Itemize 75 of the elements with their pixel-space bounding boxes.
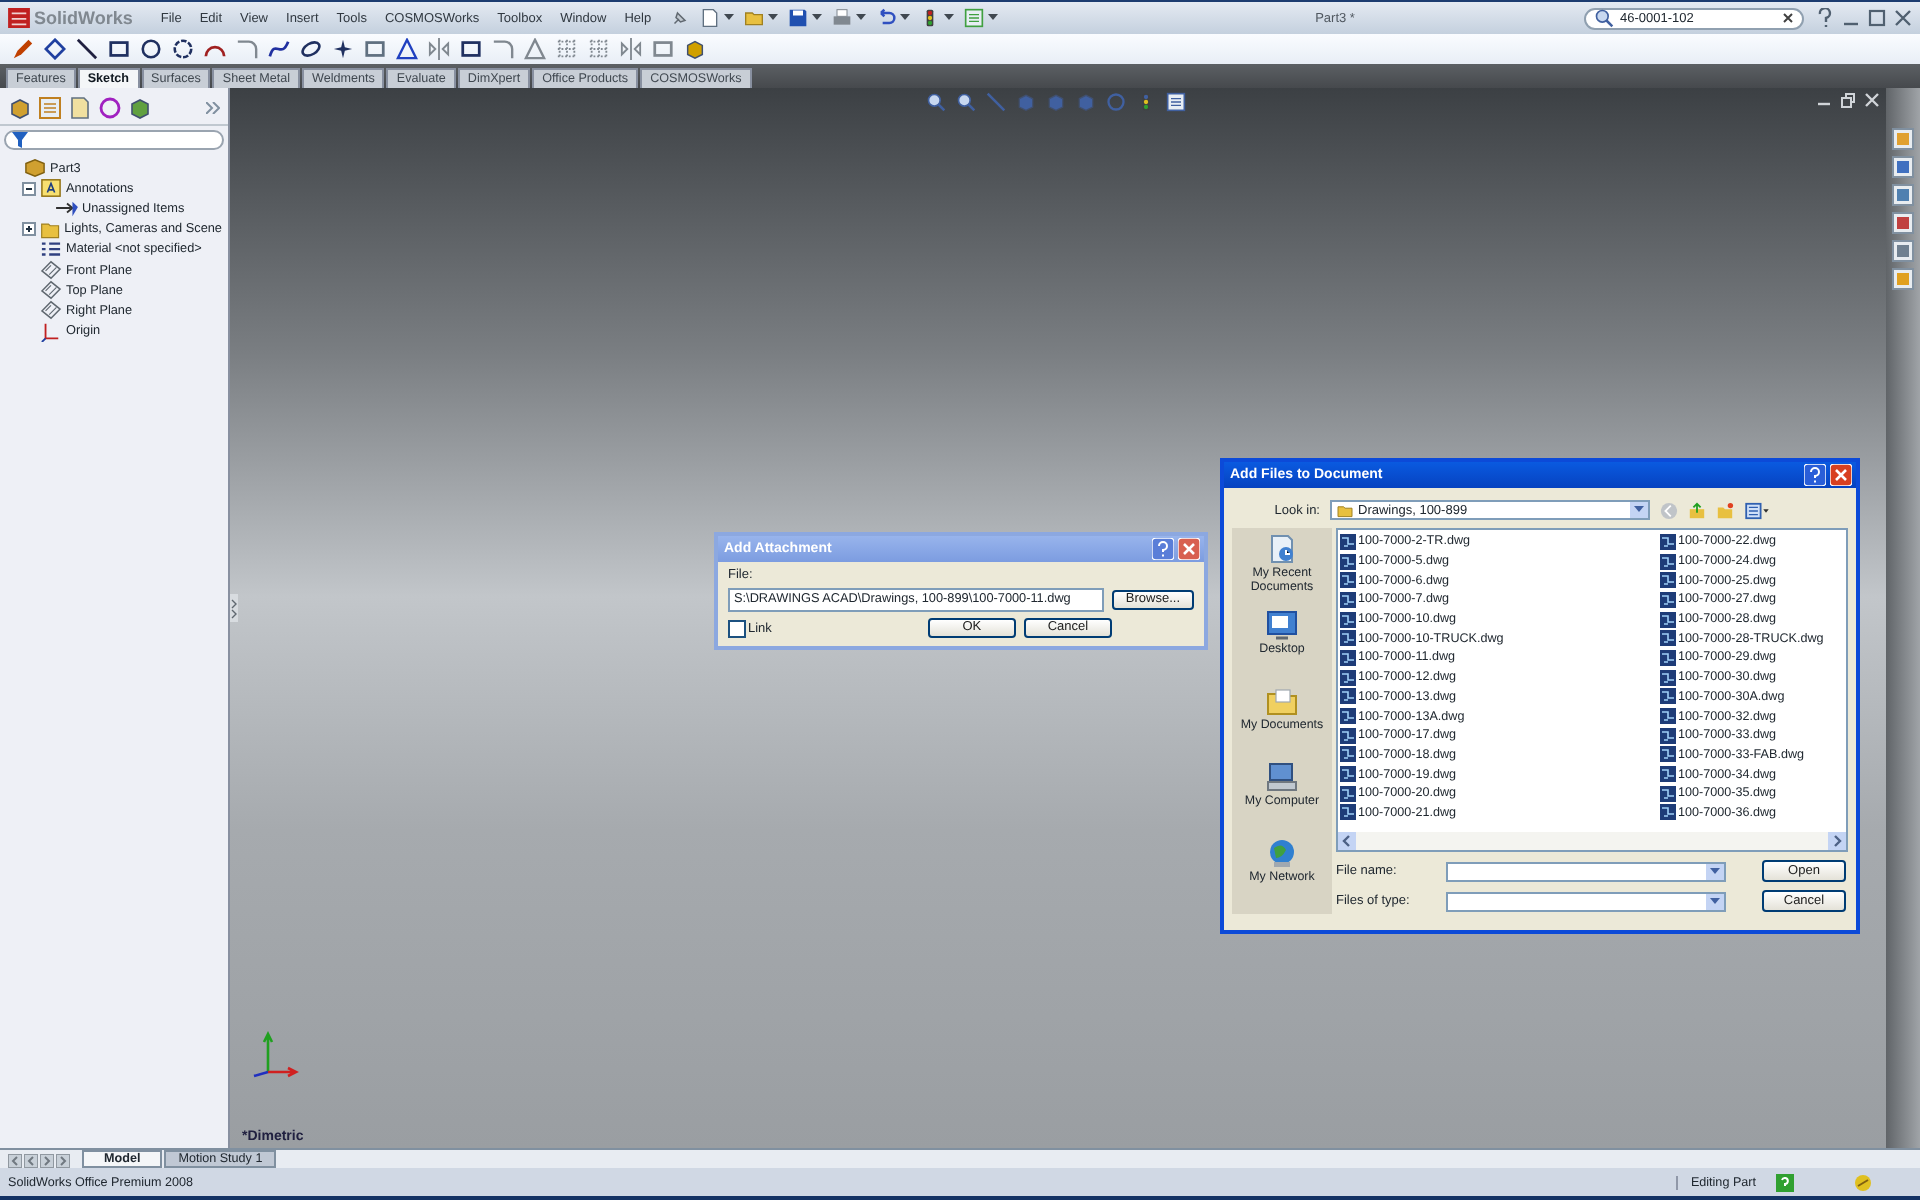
spline-icon[interactable] bbox=[268, 38, 290, 60]
filter-icon bbox=[12, 132, 28, 148]
ellipse-icon[interactable] bbox=[300, 38, 322, 60]
folder-icon bbox=[40, 219, 61, 240]
point-icon[interactable] bbox=[332, 38, 354, 60]
caret-icon[interactable] bbox=[855, 14, 866, 22]
restore-icon[interactable] bbox=[1840, 92, 1856, 108]
globe-icon[interactable] bbox=[1265, 838, 1298, 868]
scroll-right-icon[interactable] bbox=[40, 1154, 54, 1168]
horizontal-scrollbar[interactable] bbox=[1338, 832, 1846, 850]
chevron-icon[interactable] bbox=[206, 102, 220, 114]
plane-icon bbox=[40, 300, 62, 321]
caret-icon[interactable] bbox=[811, 14, 822, 22]
scroll-left-icon[interactable] bbox=[1338, 832, 1356, 850]
pattern-icon[interactable] bbox=[556, 38, 578, 60]
app-logo: SolidWorks bbox=[8, 8, 133, 28]
file-type-dropdown[interactable] bbox=[1446, 891, 1726, 911]
circle-icon[interactable] bbox=[172, 38, 194, 60]
maximize-icon[interactable] bbox=[1868, 8, 1886, 28]
plane-icon bbox=[40, 280, 62, 301]
caret-icon bbox=[1710, 867, 1720, 875]
file-name-field[interactable] bbox=[1446, 861, 1726, 881]
sketch-icon[interactable] bbox=[12, 38, 34, 60]
up-folder-icon[interactable] bbox=[1688, 501, 1706, 519]
origin-icon bbox=[40, 321, 62, 342]
help-icon[interactable] bbox=[1776, 1173, 1794, 1191]
desktop-icon[interactable] bbox=[1265, 610, 1298, 640]
expander-toggle[interactable] bbox=[22, 181, 36, 196]
folder-icon[interactable] bbox=[1265, 686, 1298, 716]
arrow-icon bbox=[56, 198, 78, 219]
caret-icon bbox=[1634, 506, 1644, 514]
caret-icon[interactable] bbox=[723, 14, 734, 22]
folder-icon bbox=[1336, 503, 1354, 517]
scroll-right-icon[interactable] bbox=[1828, 832, 1846, 850]
open-folder-icon[interactable] bbox=[743, 8, 764, 28]
close-button[interactable] bbox=[1830, 464, 1852, 486]
help-button[interactable] bbox=[1804, 464, 1826, 486]
panel-grip[interactable] bbox=[230, 594, 238, 622]
caret-icon[interactable] bbox=[987, 14, 998, 22]
search-icon[interactable] bbox=[1594, 8, 1614, 28]
line-icon[interactable] bbox=[76, 38, 98, 60]
zoom-fit-icon[interactable] bbox=[926, 92, 946, 112]
drawing-file-icon bbox=[1340, 533, 1356, 550]
print-icon[interactable] bbox=[831, 8, 852, 28]
clock-document-icon[interactable] bbox=[1266, 534, 1298, 564]
help-icon[interactable] bbox=[1816, 8, 1834, 28]
caret-icon bbox=[1710, 897, 1720, 905]
rectangle-icon[interactable] bbox=[108, 38, 130, 60]
zoom-area-icon[interactable] bbox=[956, 92, 976, 112]
save-icon[interactable] bbox=[787, 8, 808, 28]
clear-icon[interactable] bbox=[1782, 12, 1794, 24]
caret-icon[interactable] bbox=[899, 14, 910, 22]
filter-field[interactable] bbox=[4, 130, 224, 150]
new-document-icon[interactable] bbox=[699, 8, 720, 28]
undo-icon[interactable] bbox=[875, 8, 896, 28]
graphics-area[interactable] bbox=[230, 88, 1886, 1148]
expander-toggle[interactable] bbox=[22, 222, 36, 237]
material-icon bbox=[40, 239, 62, 260]
logo-icon bbox=[8, 8, 30, 28]
part-icon bbox=[24, 158, 46, 179]
caret-icon[interactable] bbox=[767, 14, 778, 22]
plane-icon bbox=[40, 260, 62, 281]
annotations-icon bbox=[40, 178, 62, 199]
scroll-right-icon[interactable] bbox=[56, 1154, 70, 1168]
scroll-left-icon[interactable] bbox=[8, 1154, 22, 1168]
new-folder-icon[interactable] bbox=[1716, 501, 1734, 519]
scroll-left-icon[interactable] bbox=[24, 1154, 38, 1168]
view-menu-icon[interactable] bbox=[1744, 501, 1770, 519]
close-icon[interactable] bbox=[1894, 8, 1912, 28]
computer-icon[interactable] bbox=[1265, 762, 1298, 792]
caret-icon[interactable] bbox=[943, 14, 954, 22]
circle-icon[interactable] bbox=[140, 38, 162, 60]
fillet-icon[interactable] bbox=[236, 38, 258, 60]
drawing-file-icon bbox=[1660, 533, 1676, 550]
mirror-icon[interactable] bbox=[428, 38, 450, 60]
